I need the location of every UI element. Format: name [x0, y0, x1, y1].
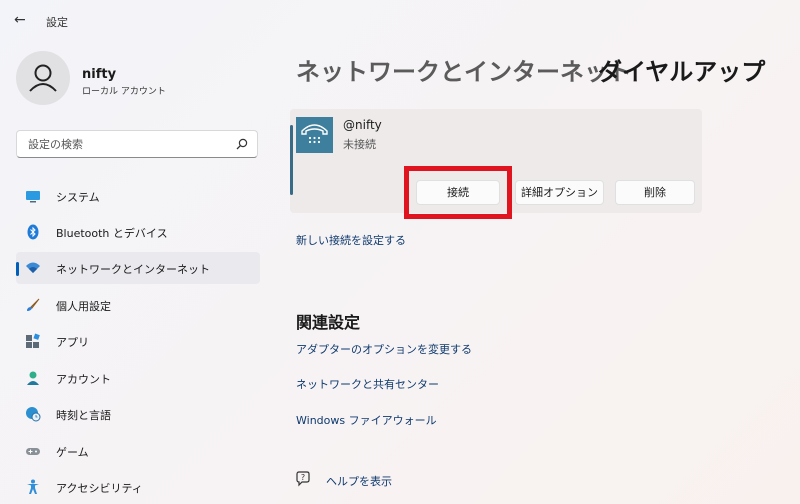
- connection-status: 未接続: [343, 138, 376, 151]
- sharing-center-link[interactable]: ネットワークと共有センター: [296, 376, 439, 392]
- search-input[interactable]: [26, 137, 230, 152]
- user-name: nifty: [82, 67, 117, 82]
- related-settings-title: 関連設定: [296, 313, 361, 332]
- app-title: 設定: [46, 16, 68, 29]
- sidebar-item-apps[interactable]: アプリ: [16, 325, 260, 357]
- delete-button[interactable]: 削除: [615, 180, 695, 205]
- sidebar-item-network[interactable]: ネットワークとインターネット: [16, 252, 260, 284]
- sidebar-item-label: 時刻と言語: [56, 409, 111, 422]
- globe-clock-icon: [26, 407, 41, 422]
- sidebar-item-time-language[interactable]: 時刻と言語: [16, 398, 260, 430]
- connection-name: @nifty: [343, 118, 382, 132]
- search-icon[interactable]: [236, 138, 248, 150]
- sidebar-item-personalization[interactable]: 個人用設定: [16, 289, 260, 321]
- person-icon: [29, 64, 57, 92]
- sidebar-item-label: システム: [56, 191, 100, 204]
- sidebar-item-label: アクセシビリティ: [56, 482, 143, 495]
- sidebar-item-label: ゲーム: [56, 446, 89, 459]
- sidebar-item-accessibility[interactable]: アクセシビリティ: [16, 471, 260, 503]
- sidebar-item-bluetooth[interactable]: Bluetooth とデバイス: [16, 216, 260, 248]
- sidebar-item-label: アプリ: [56, 336, 89, 349]
- sidebar-item-gaming[interactable]: ゲーム: [16, 435, 260, 467]
- sidebar-item-label: 個人用設定: [56, 300, 111, 313]
- search-box[interactable]: [16, 130, 258, 158]
- advanced-options-button[interactable]: 詳細オプション: [515, 180, 604, 205]
- dialup-connection-icon: [296, 117, 333, 153]
- apps-icon: [26, 333, 40, 348]
- firewall-link[interactable]: Windows ファイアウォール: [296, 412, 437, 428]
- selection-indicator: [16, 262, 19, 276]
- help-icon: ?: [296, 471, 310, 487]
- new-connection-link[interactable]: 新しい接続を設定する: [296, 232, 406, 248]
- breadcrumb-separator: ›: [573, 58, 580, 78]
- bluetooth-icon: [27, 224, 39, 240]
- sidebar-item-accounts[interactable]: アカウント: [16, 362, 260, 394]
- gamepad-icon: [26, 448, 40, 455]
- account-type: ローカル アカウント: [82, 87, 166, 97]
- person-icon: [27, 371, 39, 385]
- sidebar-item-system[interactable]: システム: [16, 180, 260, 212]
- highlight-box: [404, 166, 512, 219]
- adapter-options-link[interactable]: アダプターのオプションを変更する: [296, 341, 472, 357]
- accessibility-icon: [27, 479, 39, 494]
- phone-icon: [301, 124, 328, 144]
- svg-text:?: ?: [301, 473, 305, 482]
- card-accent-bar: [290, 125, 293, 195]
- wifi-icon: [26, 262, 40, 273]
- sidebar-item-label: Bluetooth とデバイス: [56, 227, 168, 240]
- sidebar-item-label: ネットワークとインターネット: [56, 263, 210, 276]
- display-icon: [26, 191, 40, 203]
- avatar[interactable]: [16, 51, 70, 105]
- breadcrumb-parent[interactable]: ネットワークとインターネット: [296, 52, 632, 87]
- sidebar-item-label: アカウント: [56, 373, 111, 386]
- help-link[interactable]: ヘルプを表示: [326, 473, 392, 489]
- page-title: ダイヤルアップ: [598, 58, 766, 86]
- brush-icon: [27, 298, 40, 311]
- back-arrow-icon[interactable]: ←: [14, 12, 30, 28]
